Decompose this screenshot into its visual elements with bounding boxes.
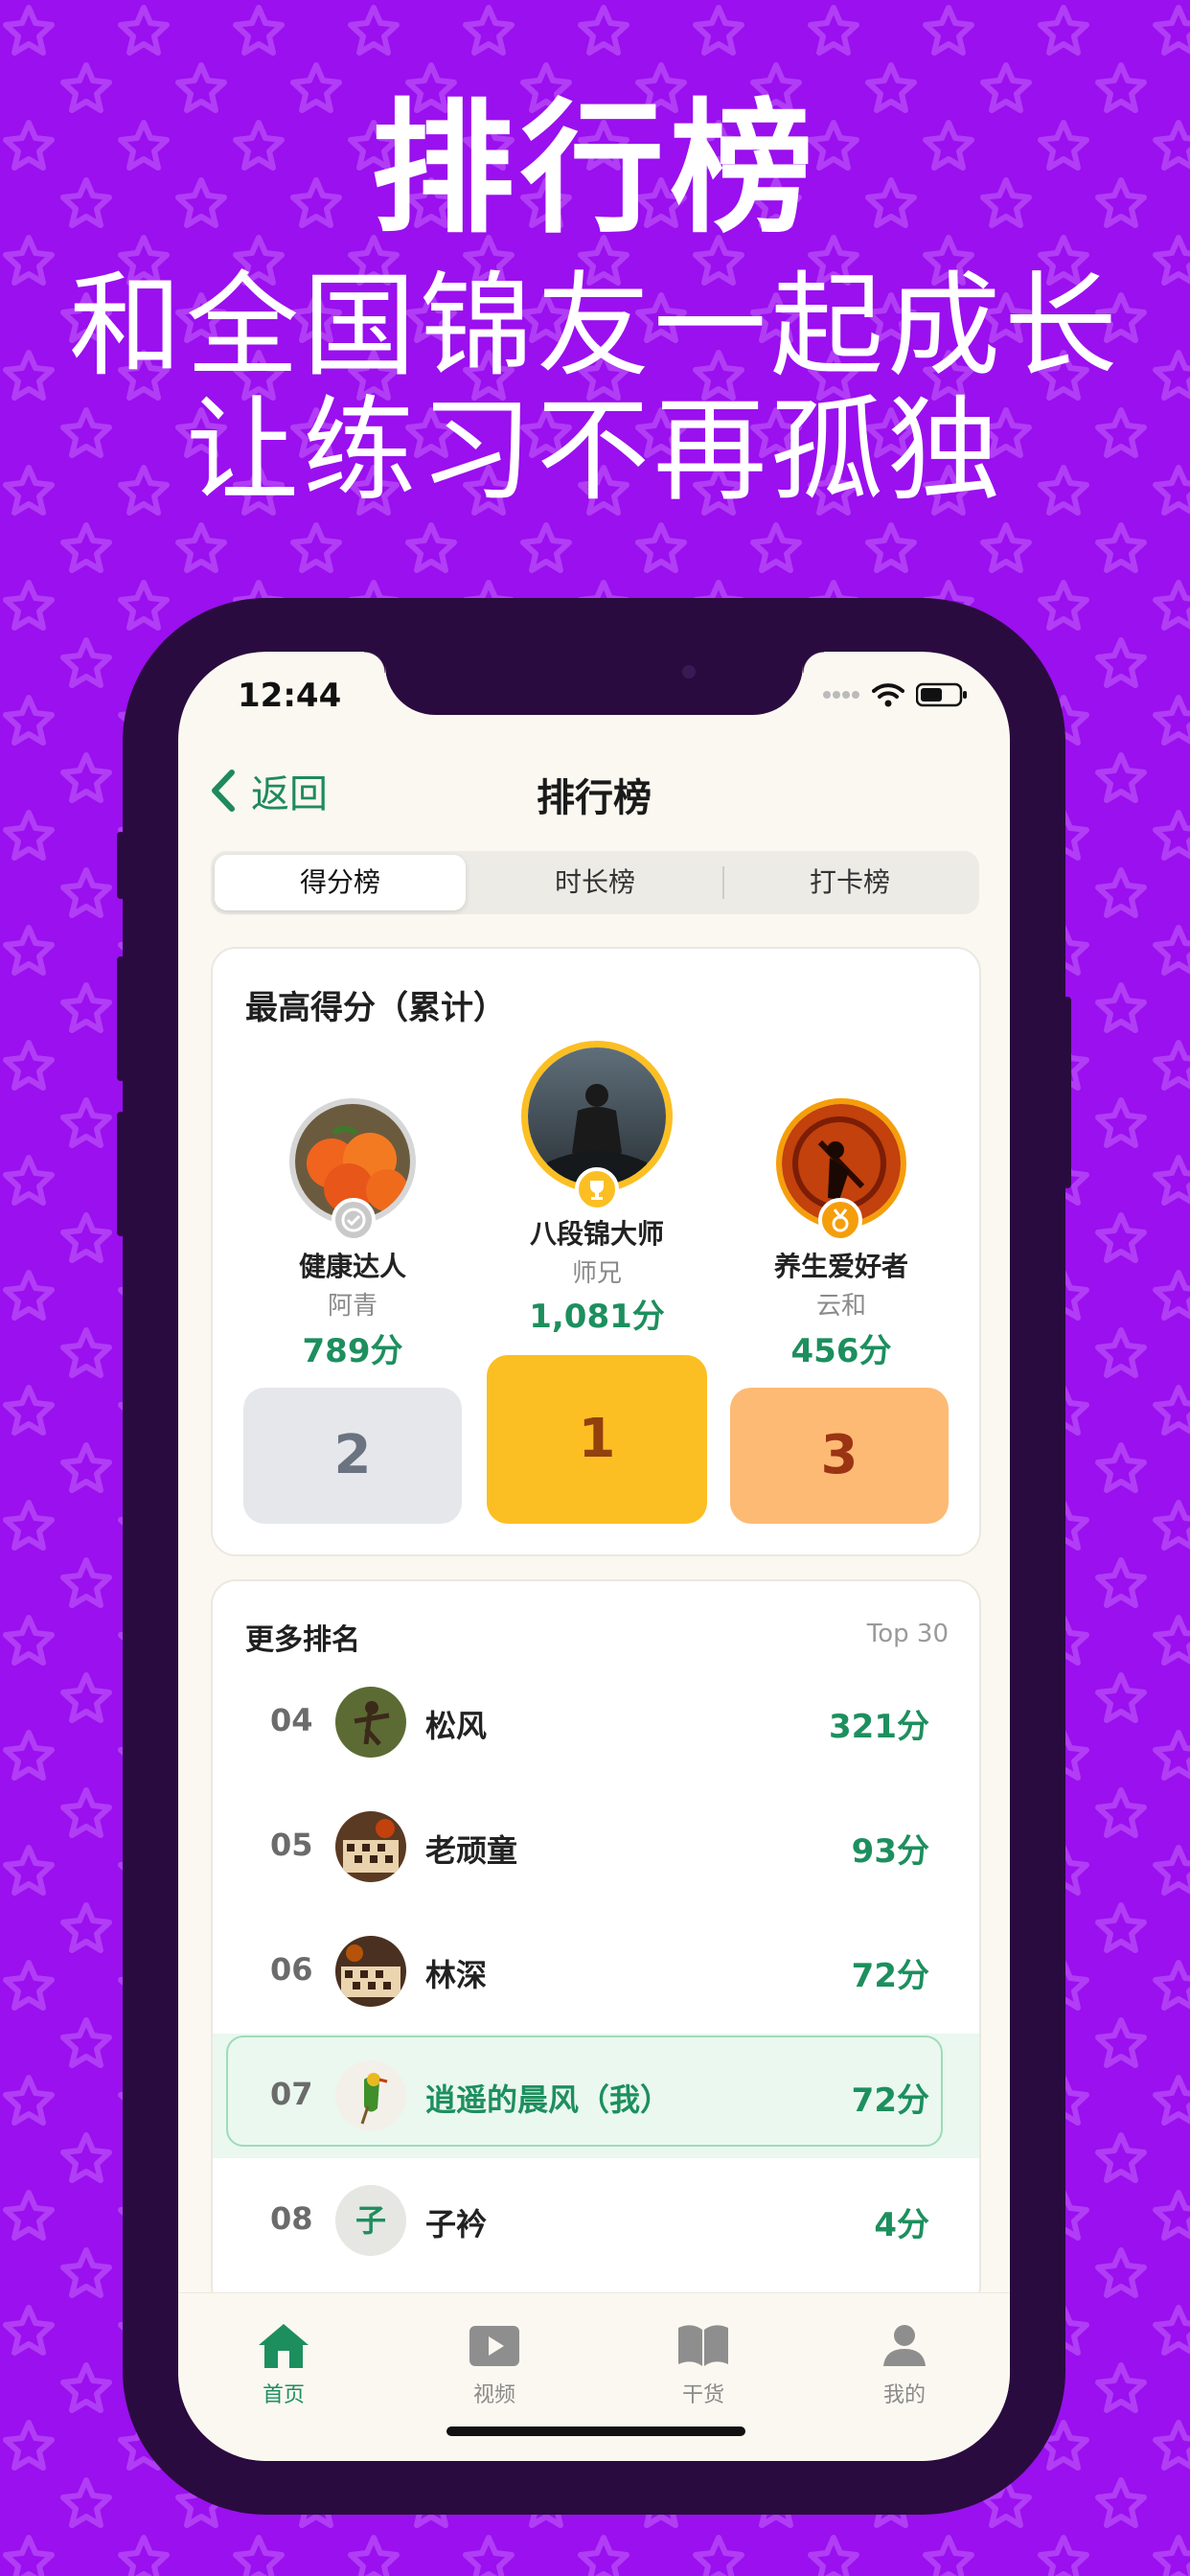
tab-checkin[interactable]: 打卡榜 <box>724 855 975 910</box>
row-avatar <box>335 1811 406 1882</box>
home-icon <box>259 2324 309 2368</box>
row-score: 4分 <box>874 2206 929 2244</box>
row-avatar <box>335 1936 406 2007</box>
tabbar-label: 我的 <box>882 2383 926 2407</box>
row-name: 林深 <box>425 1957 488 1993</box>
play-icon <box>469 2326 519 2366</box>
row-score: 93分 <box>851 1832 929 1871</box>
second-place-title: 阿青 <box>327 1292 378 1321</box>
medal-badge-icon <box>818 1198 862 1242</box>
second-place-score: 789分 <box>302 1332 403 1370</box>
page-title: 排行榜 <box>537 776 652 820</box>
book-icon <box>678 2325 728 2366</box>
battery-icon <box>916 682 967 707</box>
third-place-title: 云和 <box>815 1292 866 1321</box>
row-rank: 08 <box>270 2200 313 2237</box>
status-icons <box>822 680 968 709</box>
third-place-block: 3 <box>730 1388 949 1524</box>
trophy-badge-icon <box>575 1167 619 1211</box>
ranking-row[interactable]: 08 子 子衿 4分 <box>213 2158 979 2283</box>
phone-frame: 12:44 返回 排行榜 得分榜 时长榜 打卡榜 最高得分（累计） 健康达人 阿… <box>123 598 1065 2515</box>
second-place-name: 健康达人 <box>298 1251 406 1282</box>
hero-line-2: 让练习不再孤独 <box>185 384 1004 517</box>
third-place-name: 养生爱好者 <box>773 1251 908 1282</box>
row-avatar <box>335 2060 406 2131</box>
first-place-score: 1,081分 <box>529 1298 665 1336</box>
rankings-limit-label: Top 30 <box>866 1620 949 1648</box>
hero-title: 排行榜 <box>370 86 819 253</box>
podium-card: 最高得分（累计） 健康达人 阿青 789分 2 八段锦大师 师兄 1,081分 … <box>211 947 981 1556</box>
row-rank: 04 <box>270 1702 313 1738</box>
more-rankings-title: 更多排名 <box>245 1623 360 1657</box>
wifi-icon <box>872 683 904 707</box>
row-rank: 07 <box>270 2076 313 2112</box>
person-icon <box>883 2325 926 2366</box>
tabbar-item-home[interactable]: 首页 <box>217 2320 351 2408</box>
tabbar-item-video[interactable]: 视频 <box>427 2320 561 2408</box>
navigation-bar: 返回 排行榜 <box>178 755 1010 822</box>
row-score: 72分 <box>851 2082 929 2120</box>
first-place-name: 八段锦大师 <box>529 1218 664 1250</box>
tabbar-item-knowledge[interactable]: 干货 <box>636 2320 770 2408</box>
leaderboard-segmented-control: 得分榜 时长榜 打卡榜 <box>211 851 979 914</box>
ranking-row[interactable]: 04 松风 321分 <box>213 1660 979 1784</box>
tabbar-label: 干货 <box>681 2383 724 2407</box>
row-avatar <box>335 1687 406 1758</box>
home-indicator <box>446 2426 745 2436</box>
signal-icon <box>823 691 859 699</box>
row-name: 子衿 <box>425 2206 488 2242</box>
ranking-row-current-user[interactable]: 07 逍遥的晨风（我） 72分 <box>213 2034 979 2158</box>
row-name: 松风 <box>425 1708 488 1744</box>
tab-score[interactable]: 得分榜 <box>215 855 466 910</box>
first-place-title: 师兄 <box>571 1259 622 1288</box>
row-rank: 05 <box>270 1827 313 1863</box>
hero-line-1: 和全国锦友一起成长 <box>68 260 1121 392</box>
row-name: 逍遥的晨风（我） <box>425 2082 672 2118</box>
tabbar-label: 视频 <box>472 2383 515 2407</box>
row-score: 321分 <box>829 1708 929 1746</box>
app-screen: 12:44 返回 排行榜 得分榜 时长榜 打卡榜 最高得分（累计） 健康达人 阿… <box>178 652 1010 2461</box>
ranking-row[interactable]: 06 林深 72分 <box>213 1909 979 2034</box>
tab-duration[interactable]: 时长榜 <box>469 855 721 910</box>
more-rankings-card: 更多排名 Top 30 04 松风 321分 05 老顽童 93分 06 林深 … <box>211 1579 981 2312</box>
status-time: 12:44 <box>238 677 342 715</box>
row-name: 老顽童 <box>425 1832 518 1869</box>
podium-title: 最高得分（累计） <box>245 989 506 1027</box>
ranking-row[interactable]: 05 老顽童 93分 <box>213 1784 979 1909</box>
tabbar-item-profile[interactable]: 我的 <box>837 2320 972 2408</box>
row-avatar-initial: 子 <box>335 2185 406 2256</box>
third-place-score: 456分 <box>790 1332 892 1370</box>
row-score: 72分 <box>851 1957 929 1995</box>
device-notch <box>364 652 824 715</box>
second-place-block: 2 <box>243 1388 462 1524</box>
first-place-block: 1 <box>487 1355 707 1524</box>
tabbar-label: 首页 <box>262 2383 305 2407</box>
verified-badge-icon <box>332 1198 376 1242</box>
row-rank: 06 <box>270 1951 313 1988</box>
front-camera <box>682 665 696 678</box>
